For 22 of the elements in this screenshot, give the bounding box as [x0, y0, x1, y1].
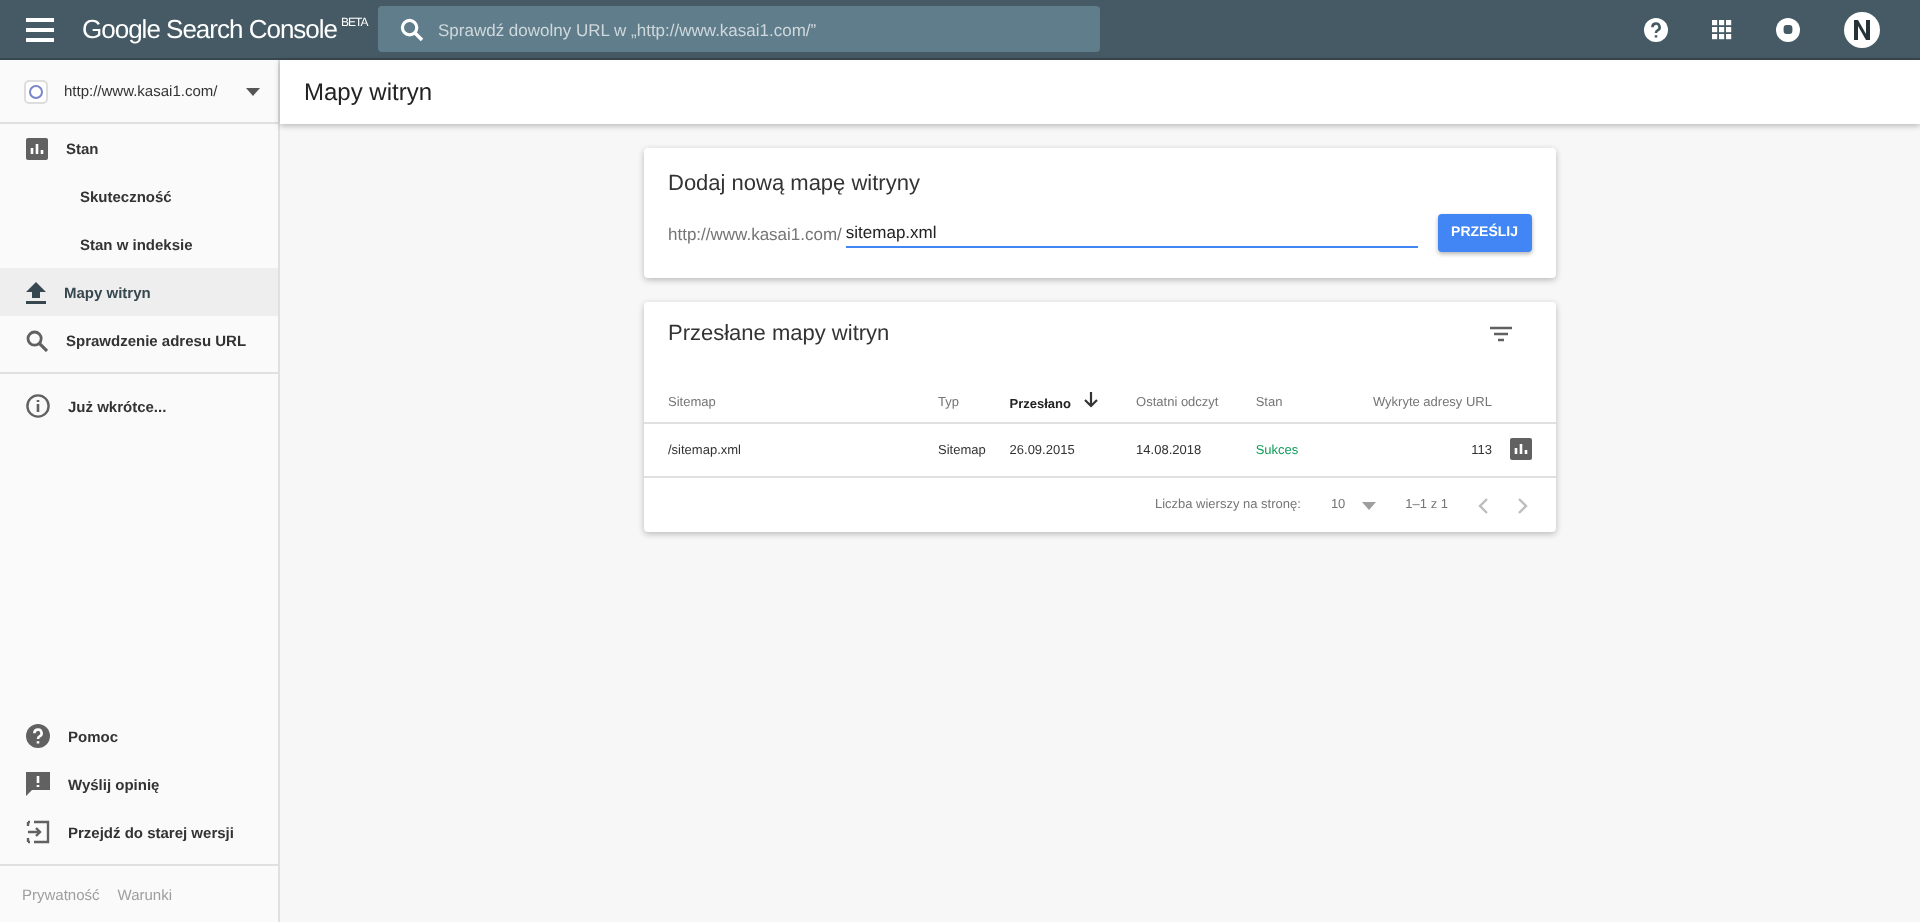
bar-chart-icon[interactable] [1510, 437, 1532, 459]
apps-grid-icon[interactable] [1712, 19, 1732, 39]
help-icon[interactable] [1644, 17, 1668, 41]
filter-icon[interactable] [1490, 326, 1512, 342]
dropdown-caret-icon [246, 87, 260, 95]
help-icon [26, 724, 50, 748]
feedback-icon [26, 772, 50, 796]
card-title: Dodaj nową mapę witryny [666, 170, 922, 200]
upload-icon [26, 281, 46, 303]
page-title: Mapy witryn [304, 78, 433, 106]
search-field[interactable]: Sprawdź dowolny URL w „http://www.kasai1.com/” [378, 6, 1100, 52]
product-logo[interactable]: Google Search Console [82, 14, 338, 44]
sort-arrow-icon [1083, 392, 1097, 408]
exit-icon [26, 820, 50, 844]
search-icon [26, 329, 48, 351]
card-title: Przesłane mapy witryn [668, 322, 890, 346]
dropdown-caret-icon [1361, 501, 1376, 509]
bar-chart-icon [26, 137, 48, 159]
url-prefix: http://www.kasai1.com/ [668, 223, 842, 243]
account-avatar[interactable] [1844, 11, 1880, 47]
menu-icon[interactable] [26, 17, 54, 41]
info-icon [26, 394, 50, 418]
